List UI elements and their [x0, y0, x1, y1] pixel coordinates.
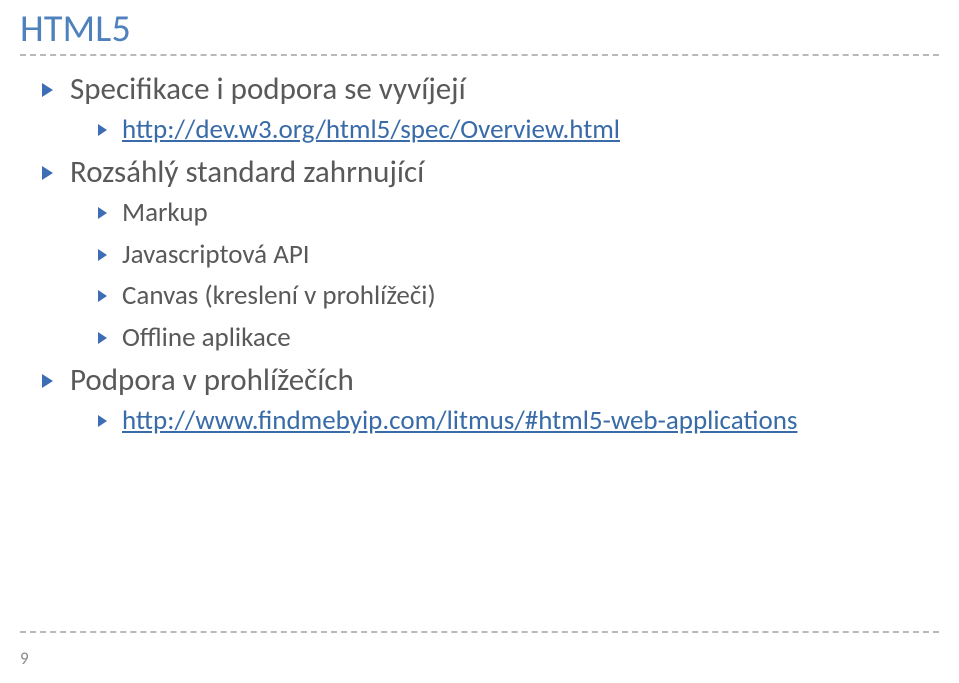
title-divider [20, 54, 939, 56]
bullet-item: Specifikace i podpora se vyvíjejí http:/… [42, 70, 939, 147]
page-title: HTML5 [20, 6, 939, 52]
sub-bullet-list: http://dev.w3.org/html5/spec/Overview.ht… [70, 112, 939, 148]
bullet-text: Specifikace i podpora se vyvíjejí [70, 70, 466, 108]
spec-link[interactable]: http://dev.w3.org/html5/spec/Overview.ht… [122, 113, 620, 146]
sub-bullet-item: Markup [98, 195, 939, 231]
sub-bullet-text: Javascriptová API [122, 238, 310, 271]
bullet-item: Rozsáhlý standard zahrnující Markup Java… [42, 153, 939, 355]
bullet-list: Specifikace i podpora se vyvíjejí http:/… [20, 70, 939, 439]
sub-bullet-list: http://www.findmebyip.com/litmus/#html5-… [70, 403, 939, 439]
sub-bullet-item: Javascriptová API [98, 237, 939, 273]
sub-bullet-item: Canvas (kreslení v prohlížeči) [98, 278, 939, 314]
findmebyip-link[interactable]: http://www.findmebyip.com/litmus/#html5-… [122, 404, 797, 437]
sub-bullet-item: http://www.findmebyip.com/litmus/#html5-… [98, 403, 939, 439]
sub-bullet-list: Markup Javascriptová API Canvas (kreslen… [70, 195, 939, 356]
bullet-item: Podpora v prohlížečích http://www.findme… [42, 361, 939, 438]
sub-bullet-item: http://dev.w3.org/html5/spec/Overview.ht… [98, 112, 939, 148]
sub-bullet-text: Offline aplikace [122, 321, 291, 354]
bullet-text: Podpora v prohlížečích [70, 361, 354, 399]
sub-bullet-item: Offline aplikace [98, 320, 939, 356]
bullet-text: Rozsáhlý standard zahrnující [70, 153, 424, 191]
sub-bullet-text: Markup [122, 196, 208, 229]
page-number: 9 [20, 648, 29, 669]
footer-divider [20, 631, 939, 633]
slide: HTML5 Specifikace i podpora se vyvíjejí … [0, 0, 959, 683]
sub-bullet-text: Canvas (kreslení v prohlížeči) [122, 279, 436, 312]
